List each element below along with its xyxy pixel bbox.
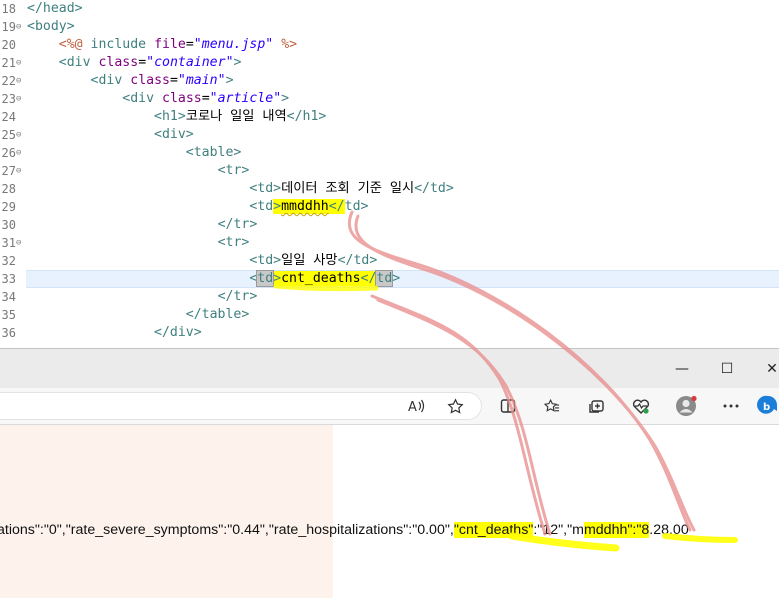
- profile-icon[interactable]: [671, 388, 701, 424]
- fold-toggle-icon[interactable]: ⊖: [16, 126, 21, 144]
- line-number: 19: [1, 20, 16, 34]
- line-number: 26: [1, 146, 16, 160]
- line-number: 27: [1, 164, 16, 178]
- fold-toggle-icon[interactable]: ⊖: [16, 72, 21, 90]
- json-text-part: ations":"0","rate_severe_symptoms":"0.44…: [0, 522, 450, 538]
- json-text-part: .28.00: [649, 522, 689, 538]
- line-number: 23: [1, 92, 16, 106]
- h1-text: 코로나 일일 내역: [185, 109, 287, 124]
- line-number: 18: [1, 2, 16, 16]
- code-line[interactable]: <%@ include file="menu.jsp" %>: [27, 36, 297, 54]
- line-number: 29: [1, 200, 16, 214]
- code-line[interactable]: <div class="article">: [27, 90, 289, 108]
- line-number: 25: [1, 128, 16, 142]
- fold-toggle-icon[interactable]: ⊖: [16, 144, 21, 162]
- line-number: 32: [1, 254, 16, 268]
- line-number: 33: [1, 272, 16, 286]
- maximize-button[interactable]: ☐: [707, 349, 747, 389]
- line-number: 31: [1, 236, 16, 250]
- code-line[interactable]: </head>: [27, 0, 83, 18]
- code-line[interactable]: <td>데이터 조회 기준 일시</td>: [27, 180, 453, 198]
- cnt-deaths-key: "cnt_deaths": [453, 522, 534, 538]
- json-response-text: ations":"0","rate_severe_symptoms":"0.44…: [0, 520, 689, 540]
- fold-toggle-icon[interactable]: ⊖: [16, 54, 21, 72]
- content-panel: [0, 425, 333, 598]
- bing-icon[interactable]: b: [757, 388, 779, 424]
- code-line[interactable]: <tr>: [27, 162, 250, 180]
- line-number: 36: [1, 326, 16, 340]
- cnt-deaths-value: 12": [542, 522, 564, 538]
- code-line[interactable]: <body>: [27, 18, 75, 36]
- td-label: 데이터 조회 기준 일시: [281, 181, 415, 196]
- title-bar[interactable]: — ☐ ✕: [0, 348, 779, 389]
- fold-toggle-icon[interactable]: ⊖: [16, 90, 21, 108]
- browser-essentials-icon[interactable]: [626, 388, 656, 424]
- class-value: container: [154, 55, 226, 70]
- mmddhh-key: mddhh":": [583, 522, 642, 538]
- code-editor[interactable]: 18 </head> 19 ⊖ <body> 20 <%@ include fi…: [0, 0, 779, 348]
- code-line[interactable]: <div class="container">: [27, 54, 242, 72]
- svg-text:A: A: [408, 400, 417, 414]
- read-aloud-icon[interactable]: A: [402, 388, 432, 424]
- favorites-icon[interactable]: [537, 388, 567, 424]
- close-button[interactable]: ✕: [752, 349, 779, 389]
- class-value: main: [185, 73, 218, 88]
- browser-window: — ☐ ✕ A b ations":"0","rate_severe_sympt…: [0, 348, 779, 598]
- fold-toggle-icon[interactable]: ⊖: [16, 234, 21, 252]
- code-line[interactable]: </tr>: [27, 216, 258, 234]
- line-number: 28: [1, 182, 16, 196]
- line-number: 35: [1, 308, 16, 322]
- td-value-mmddhh: mmddhh: [281, 199, 329, 214]
- json-text-part: :": [533, 522, 543, 538]
- line-number: 22: [1, 74, 16, 88]
- td-value-cnt-deaths: cnt_deaths: [281, 271, 361, 286]
- minimize-button[interactable]: —: [662, 349, 702, 389]
- code-line[interactable]: <td>일일 사망</td>: [27, 252, 377, 270]
- more-icon[interactable]: [716, 388, 746, 424]
- svg-text:b: b: [763, 402, 770, 413]
- fold-toggle-icon[interactable]: ⊖: [16, 162, 21, 180]
- fold-toggle-icon[interactable]: ⊖: [16, 18, 21, 36]
- code-line[interactable]: <table>: [27, 144, 242, 162]
- code-line[interactable]: <td>mmddhh</td>: [27, 198, 368, 216]
- favorite-star-icon[interactable]: [440, 388, 470, 424]
- collections-icon[interactable]: [582, 388, 612, 424]
- class-value: article: [217, 91, 274, 106]
- code-line[interactable]: <div>: [27, 126, 194, 144]
- code-line[interactable]: <h1>코로나 일일 내역</h1>: [27, 108, 326, 126]
- line-number: 34: [1, 290, 16, 304]
- json-text-part: m: [572, 522, 584, 538]
- include-file-value: menu.jsp: [201, 37, 266, 52]
- line-number: 24: [1, 110, 16, 124]
- page-content: ations":"0","rate_severe_symptoms":"0.44…: [0, 425, 779, 598]
- code-line-current[interactable]: <td>cnt_deaths</td>: [27, 270, 400, 288]
- code-line[interactable]: <div class="main">: [27, 72, 234, 90]
- code-line[interactable]: <tr>: [27, 234, 250, 252]
- line-number: 20: [1, 38, 16, 52]
- td-label: 일일 사망: [281, 253, 338, 268]
- code-line[interactable]: </div>: [27, 324, 202, 342]
- split-screen-icon[interactable]: [493, 388, 523, 424]
- json-text-part: ,": [563, 522, 573, 538]
- code-line[interactable]: </table>: [27, 306, 250, 324]
- code-line[interactable]: </tr>: [27, 288, 258, 306]
- line-number: 30: [1, 218, 16, 232]
- line-number: 21: [1, 56, 16, 70]
